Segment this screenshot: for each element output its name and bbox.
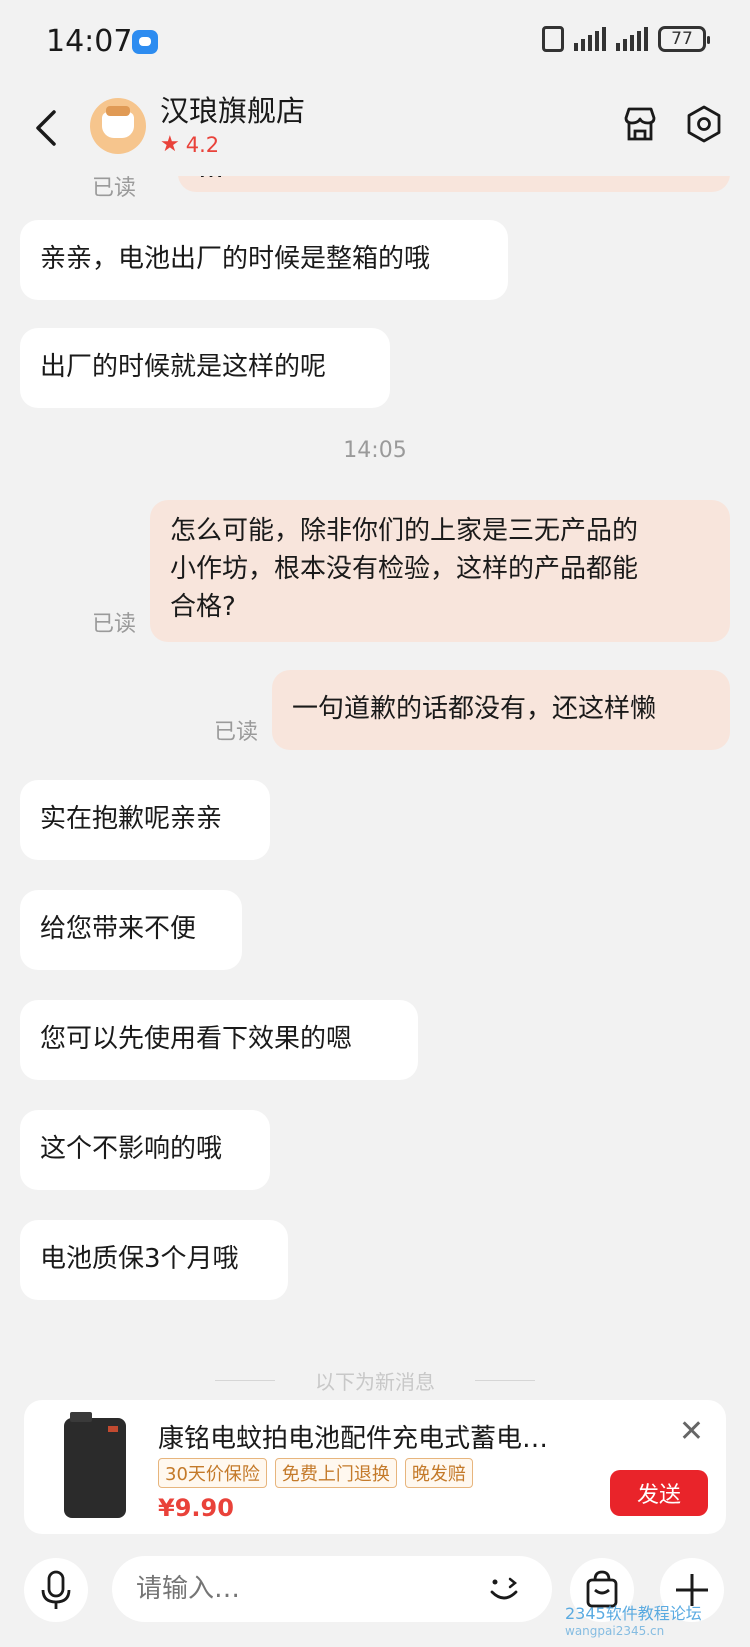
status-time: 14:07 (46, 24, 133, 59)
status-bar: 14:07 77 (0, 0, 750, 84)
product-price: ¥9.90 (158, 1494, 234, 1522)
message-bubble-in[interactable]: 给您带来不便 (20, 890, 242, 970)
message-text-line: 合格? (170, 592, 236, 622)
new-messages-divider: 以下为新消息 (215, 1366, 535, 1395)
message-bubble-out[interactable]: … (178, 176, 730, 192)
chat-area[interactable]: … 已读 亲亲，电池出厂的时候是整箱的哦 出厂的时候就是这样的呢 14:05 怎… (0, 176, 750, 1406)
message-text: 出厂的时候就是这样的呢 (40, 352, 327, 382)
product-tag: 晚发赔 (404, 1458, 473, 1488)
product-title[interactable]: 康铭电蚊拍电池配件充电式蓄电… (158, 1418, 598, 1455)
message-bubble-in[interactable]: 亲亲，电池出厂的时候是整箱的哦 (20, 220, 508, 300)
chat-header: 汉琅旗舰店 ★ 4.2 (0, 84, 750, 176)
rating-value: 4.2 (185, 132, 220, 157)
message-bubble-out[interactable]: 怎么可能，除非你们的上家是三无产品的 小作坊，根本没有检验，这样的产品都能 合格… (150, 500, 730, 642)
nfc-icon (542, 26, 564, 52)
status-indicators: 77 (542, 26, 710, 52)
signal-icon-2 (616, 27, 648, 51)
message-bubble-in[interactable]: 实在抱歉呢亲亲 (20, 780, 270, 860)
message-bubble-out[interactable]: 一句道歉的话都没有，还这样懒 (272, 670, 730, 750)
product-tag: 30天价保险 (158, 1458, 267, 1488)
message-text: 亲亲，电池出厂的时候是整箱的哦 (40, 244, 431, 274)
message-text: 给您带来不便 (40, 914, 197, 944)
close-icon[interactable]: ✕ (679, 1414, 704, 1449)
read-receipt: 已读 (214, 720, 259, 745)
message-text-line: 小作坊，根本没有检验，这样的产品都能 (170, 554, 639, 584)
message-bubble-in[interactable]: 出厂的时候就是这样的呢 (20, 328, 390, 408)
message-text: … (198, 176, 224, 184)
message-text: 您可以先使用看下效果的嗯 (40, 1024, 353, 1054)
settings-icon[interactable] (684, 104, 724, 144)
emoji-icon[interactable] (484, 1568, 524, 1608)
product-tags: 30天价保险 免费上门退换 晚发赔 (158, 1458, 473, 1488)
message-text: 一句道歉的话都没有，还这样懒 (292, 694, 657, 724)
watermark-line2: wangpai2345.cn (565, 1624, 665, 1638)
message-text: 这个不影响的哦 (40, 1134, 223, 1164)
shop-name[interactable]: 汉琅旗舰店 (160, 88, 305, 130)
site-watermark: 2345软件教程论坛 wangpai2345.cn (565, 1600, 702, 1638)
product-tag: 免费上门退换 (274, 1458, 397, 1488)
signal-icon (574, 27, 606, 51)
message-notification-icon (132, 30, 158, 54)
shop-avatar[interactable] (90, 98, 146, 154)
message-bubble-in[interactable]: 这个不影响的哦 (20, 1110, 270, 1190)
message-bubble-in[interactable]: 您可以先使用看下效果的嗯 (20, 1000, 418, 1080)
store-icon[interactable] (620, 104, 660, 144)
star-icon: ★ (160, 132, 180, 157)
send-product-button[interactable]: 发送 (610, 1470, 708, 1516)
message-timestamp: 14:05 (343, 438, 407, 463)
product-card[interactable]: 康铭电蚊拍电池配件充电式蓄电… 30天价保险 免费上门退换 晚发赔 ¥9.90 … (24, 1400, 726, 1534)
message-text-line: 怎么可能，除非你们的上家是三无产品的 (170, 516, 639, 546)
read-receipt: 已读 (92, 612, 137, 637)
watermark-line1: 2345软件教程论坛 (565, 1604, 702, 1623)
voice-button[interactable] (24, 1558, 88, 1622)
back-icon[interactable] (32, 108, 62, 148)
message-text: 实在抱歉呢亲亲 (40, 804, 223, 834)
read-receipt: 已读 (92, 176, 137, 201)
message-bubble-in[interactable]: 电池质保3个月哦 (20, 1220, 288, 1300)
battery-icon: 77 (658, 26, 710, 52)
message-text: 电池质保3个月哦 (40, 1244, 239, 1274)
shop-rating: ★ 4.2 (160, 132, 219, 157)
product-image[interactable] (64, 1412, 126, 1518)
microphone-icon (41, 1570, 71, 1609)
